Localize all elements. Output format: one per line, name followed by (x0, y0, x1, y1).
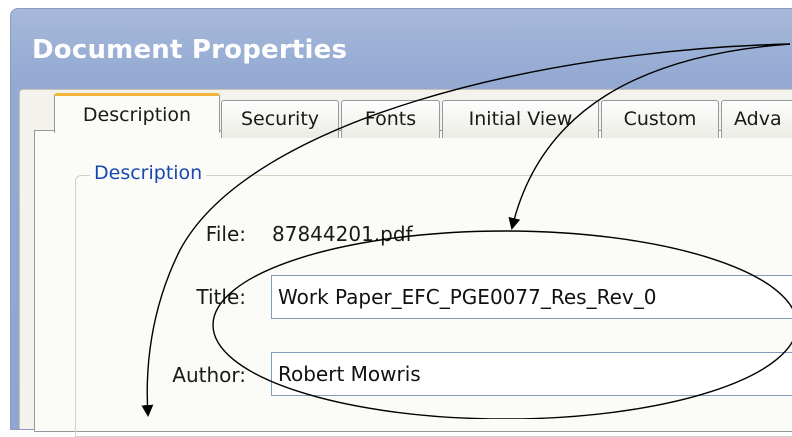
title-label: Title: (196, 285, 246, 309)
tab-fonts[interactable]: Fonts (341, 100, 440, 138)
tab-description[interactable]: Description (54, 93, 220, 133)
author-label: Author: (172, 363, 246, 387)
author-input[interactable]: Robert Mowris (271, 352, 792, 396)
window-title: Document Properties (32, 35, 348, 65)
title-input[interactable]: Work Paper_EFC_PGE0077_Res_Rev_0 (271, 275, 792, 319)
tab-custom[interactable]: Custom (601, 100, 719, 138)
file-label: File: (205, 222, 246, 246)
tab-initial-view[interactable]: Initial View (442, 100, 599, 138)
tab-security[interactable]: Security (221, 100, 339, 138)
title-bar[interactable]: Document Properties (11, 9, 792, 89)
file-value: 87844201.pdf (272, 222, 413, 246)
description-group-label: Description (90, 162, 207, 184)
tab-advanced[interactable]: Adva (721, 100, 792, 138)
